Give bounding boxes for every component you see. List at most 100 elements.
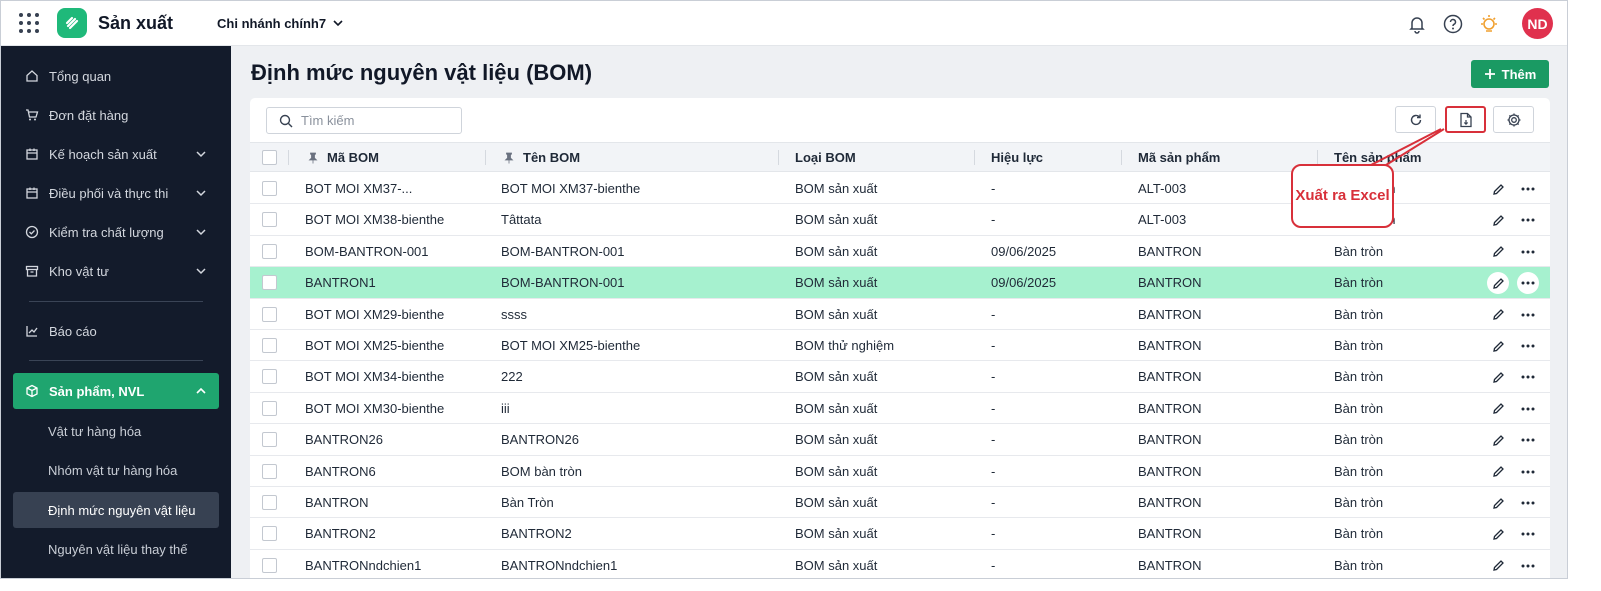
table-row[interactable]: BANTRON26 BANTRON26 BOM sản xuất - BANTRON Bà… (250, 424, 1550, 456)
edit-icon[interactable] (1487, 555, 1509, 577)
table-cell: Bàn tròn (1334, 338, 1384, 353)
sidebar-item-overview[interactable]: Tổng quan (13, 58, 219, 94)
table-cell: BOT MOI XM34-bienthe (305, 369, 445, 385)
table-cell: BOM sản xuất (795, 243, 878, 259)
column-header[interactable]: Tên BOM (503, 143, 580, 172)
more-options-icon[interactable] (1517, 492, 1539, 514)
table-row[interactable]: BOT MOI XM30-bienthe iii BOM sản xuất - BANT… (250, 393, 1550, 425)
table-row[interactable]: BANTRON6 BOM bàn tròn BOM sản xuất - BANTRON… (250, 456, 1550, 487)
table-row[interactable]: BOM-BANTRON-001 BOM-BANTRON-001 BOM sản xu… (250, 236, 1550, 268)
row-checkbox[interactable] (262, 456, 277, 487)
row-checkbox[interactable] (262, 299, 277, 330)
app-grid-icon[interactable] (19, 13, 39, 33)
row-checkbox[interactable] (262, 487, 277, 518)
table-cell: Bàn tròn (1334, 275, 1384, 291)
export-excel-button[interactable] (1445, 106, 1486, 133)
edit-icon[interactable] (1487, 178, 1509, 200)
table-cell: 09/06/2025 (991, 243, 1057, 259)
sidebar-item-products[interactable]: Sản phẩm, NVL (13, 373, 219, 409)
column-header[interactable]: Loại BOM (795, 143, 856, 172)
row-checkbox[interactable] (262, 267, 277, 298)
sidebar-item-production-plan[interactable]: Kế hoạch sản xuất (13, 136, 219, 172)
more-options-icon[interactable] (1517, 178, 1539, 200)
cube-icon (25, 384, 39, 398)
table-cell: BANTRON26 (501, 432, 580, 448)
row-checkbox[interactable] (262, 393, 277, 424)
sidebar-item-dispatch[interactable]: Điều phối và thực thi (13, 175, 219, 211)
sidebar-sub-bom[interactable]: Định mức nguyên vật liệu (13, 492, 219, 528)
more-options-icon[interactable] (1517, 398, 1539, 420)
more-options-icon[interactable] (1517, 366, 1539, 388)
row-checkbox[interactable] (262, 550, 277, 578)
search-box[interactable] (266, 107, 462, 134)
edit-icon[interactable] (1487, 461, 1509, 483)
edit-icon[interactable] (1487, 304, 1509, 326)
table-cell: BANTRON (305, 495, 369, 510)
table-row[interactable]: BANTRON1 BOM-BANTRON-001 BOM sản xuất 09/06… (250, 267, 1550, 299)
column-header[interactable]: Hiệu lực (991, 143, 1043, 172)
sidebar-item-warehouse[interactable]: Kho vật tư (13, 253, 219, 289)
select-all-checkbox[interactable] (262, 143, 277, 172)
table-cell: BOM sản xuất (795, 495, 878, 510)
row-checkbox[interactable] (262, 518, 277, 549)
settings-button[interactable] (1493, 106, 1534, 133)
app-frame: Sản xuất Chi nhánh chính7 ND Tổng quan Đ… (0, 0, 1568, 579)
edit-icon[interactable] (1487, 523, 1509, 545)
table-row[interactable]: BOT MOI XM29-bienthe ssss BOM sản xuất - BAN… (250, 299, 1550, 330)
sidebar-sub-material-groups[interactable]: Nhóm vật tư hàng hóa (13, 452, 219, 488)
sidebar-item-orders[interactable]: Đơn đặt hàng (13, 97, 219, 133)
help-icon[interactable] (1442, 13, 1464, 35)
sidebar-sub-materials[interactable]: Vật tư hàng hóa (13, 413, 219, 449)
bell-icon[interactable] (1406, 13, 1428, 35)
row-checkbox[interactable] (262, 330, 277, 361)
table-row[interactable]: BOT MOI XM25-bienthe BOT MOI XM25-bienthe… (250, 330, 1550, 362)
row-checkbox[interactable] (262, 424, 277, 455)
pin-icon (504, 152, 514, 163)
more-options-icon[interactable] (1517, 523, 1539, 545)
more-options-icon[interactable] (1517, 209, 1539, 231)
edit-icon[interactable] (1487, 209, 1509, 231)
edit-icon[interactable] (1487, 492, 1509, 514)
column-separator (974, 150, 975, 165)
user-avatar[interactable]: ND (1522, 8, 1553, 39)
sidebar-item-reports[interactable]: Báo cáo (13, 313, 219, 349)
edit-icon[interactable] (1487, 335, 1509, 357)
table-row[interactable]: BOT MOI XM34-bienthe 222 BOM sản xuất - BANT… (250, 361, 1550, 393)
edit-icon[interactable] (1487, 398, 1509, 420)
column-separator (1121, 150, 1122, 165)
edit-icon[interactable] (1487, 366, 1509, 388)
sidebar: Tổng quan Đơn đặt hàng Kế hoạch sản xuất… (1, 46, 231, 578)
lightbulb-icon[interactable] (1478, 13, 1500, 35)
refresh-button[interactable] (1395, 106, 1436, 133)
sidebar-item-quality-check[interactable]: Kiểm tra chất lượng (13, 214, 219, 250)
table-cell: Bàn tròn (1334, 243, 1384, 259)
more-options-icon[interactable] (1517, 461, 1539, 483)
table-row[interactable]: BANTRON2 BANTRON2 BOM sản xuất - BANTRON Bàn … (250, 518, 1550, 550)
more-options-icon[interactable] (1517, 272, 1539, 295)
table-cell: BOM thử nghiệm (795, 338, 895, 353)
more-options-icon[interactable] (1517, 555, 1539, 577)
row-checkbox[interactable] (262, 173, 277, 204)
table-cell: BOM sản xuất (795, 369, 878, 385)
row-checkbox[interactable] (262, 361, 277, 392)
column-header[interactable]: Mã BOM (307, 143, 379, 172)
sidebar-sub-substitute-materials[interactable]: Nguyên vật liệu thay thế (13, 531, 219, 567)
table-cell: BANTRON (1138, 243, 1202, 259)
table-row[interactable]: BANTRONndchien1 BANTRONndchien1 BOM sản xu… (250, 550, 1550, 578)
branch-selector[interactable]: Chi nhánh chính7 (217, 16, 344, 31)
edit-icon[interactable] (1487, 241, 1509, 263)
column-header[interactable]: Mã sản phẩm (1138, 143, 1220, 172)
add-button[interactable]: Thêm (1471, 60, 1549, 88)
search-input[interactable] (301, 113, 451, 128)
row-checkbox[interactable] (262, 204, 277, 235)
more-options-icon[interactable] (1517, 304, 1539, 326)
more-options-icon[interactable] (1517, 241, 1539, 263)
edit-icon[interactable] (1487, 429, 1509, 451)
table-cell: ALT-003 (1138, 181, 1187, 196)
more-options-icon[interactable] (1517, 335, 1539, 357)
more-options-icon[interactable] (1517, 429, 1539, 451)
table-row[interactable]: BANTRON Bàn Tròn BOM sản xuất - BANTRON Bàn t… (250, 487, 1550, 519)
edit-icon[interactable] (1487, 272, 1509, 295)
table-cell: - (991, 463, 996, 479)
row-checkbox[interactable] (262, 236, 277, 267)
